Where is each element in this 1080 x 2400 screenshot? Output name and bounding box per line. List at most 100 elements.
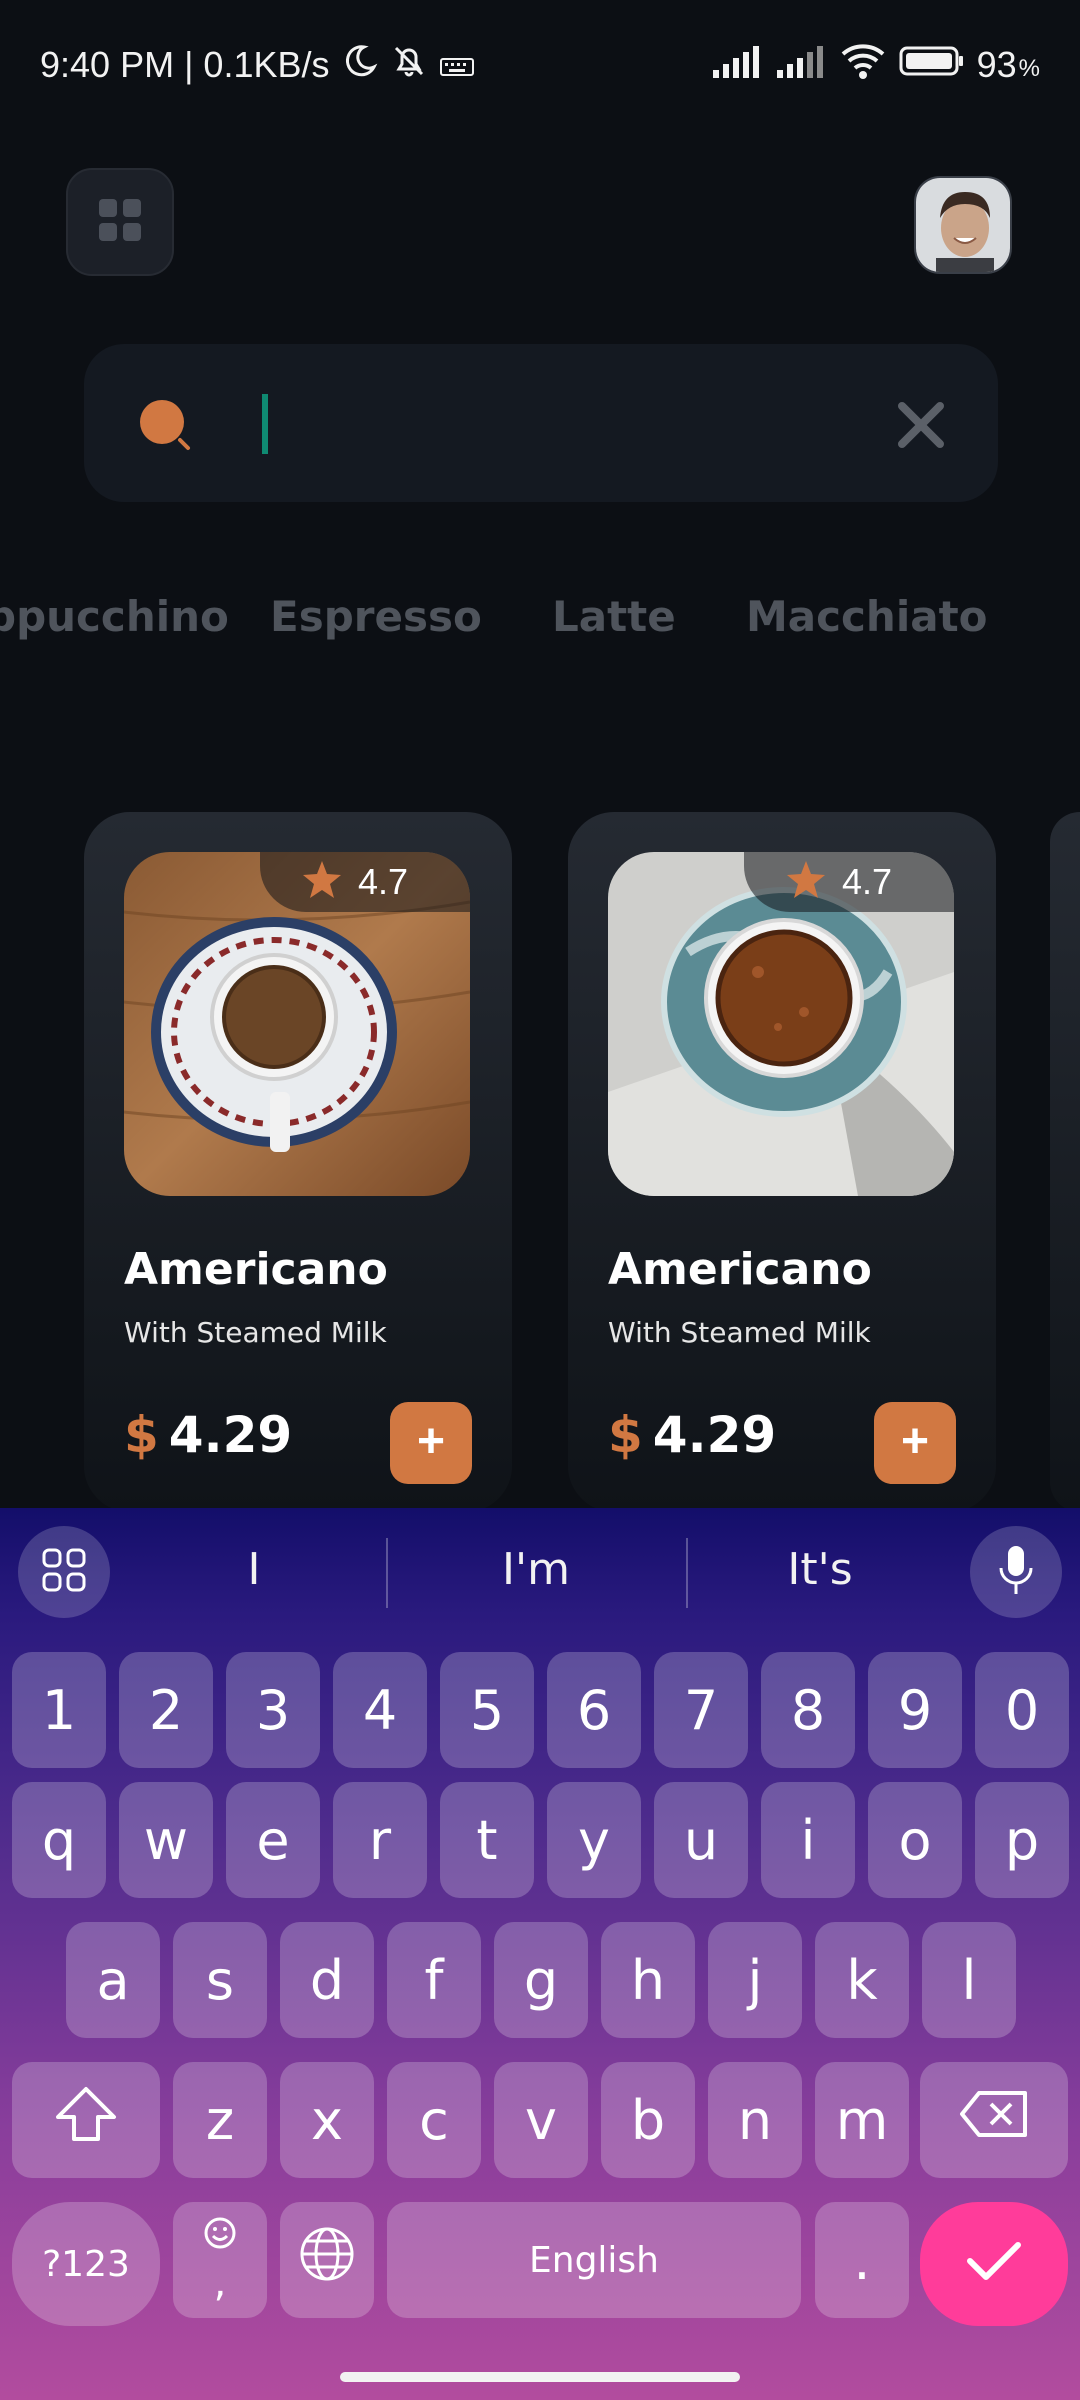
product-card[interactable]: 4.7 Americano With Steamed Milk $4.29 +: [84, 812, 512, 1512]
product-subtitle: With Steamed Milk: [608, 1316, 871, 1349]
emoji-comma-key[interactable]: ,: [173, 2202, 267, 2318]
key-c[interactable]: c: [387, 2062, 481, 2178]
key-u[interactable]: u: [654, 1782, 748, 1898]
tab-macchiato[interactable]: Macchiato: [746, 592, 988, 641]
key-h[interactable]: h: [601, 1922, 695, 2038]
key-0[interactable]: 0: [975, 1652, 1069, 1768]
search-icon: [136, 396, 196, 461]
language-key[interactable]: [280, 2202, 374, 2318]
product-name: Americano: [124, 1244, 388, 1295]
product-price: $4.29: [124, 1406, 292, 1464]
space-key[interactable]: English: [387, 2202, 801, 2318]
key-5[interactable]: 5: [440, 1652, 534, 1768]
key-6[interactable]: 6: [547, 1652, 641, 1768]
status-time-network: 9:40 PM | 0.1KB/s: [40, 44, 330, 85]
key-g[interactable]: g: [494, 1922, 588, 2038]
tab-latte[interactable]: Latte: [552, 592, 676, 641]
shift-key[interactable]: [12, 2062, 160, 2178]
key-x[interactable]: x: [280, 2062, 374, 2178]
key-l[interactable]: l: [922, 1922, 1016, 2038]
key-j[interactable]: j: [708, 1922, 802, 2038]
period-key[interactable]: .: [815, 2202, 909, 2318]
shift-icon: [54, 2085, 118, 2156]
key-8[interactable]: 8: [761, 1652, 855, 1768]
currency-symbol: $: [608, 1406, 643, 1464]
battery-percent-sign: %: [1018, 55, 1040, 82]
globe-icon: [298, 2225, 356, 2296]
enter-key[interactable]: [920, 2202, 1068, 2326]
battery-level: 93: [976, 44, 1017, 85]
suggestion-bar: I I'm It's: [0, 1508, 1080, 1638]
key-9[interactable]: 9: [868, 1652, 962, 1768]
key-k[interactable]: k: [815, 1922, 909, 2038]
close-icon[interactable]: [896, 400, 946, 455]
signal-icon-2: [775, 44, 827, 87]
star-icon: [784, 858, 828, 907]
key-4[interactable]: 4: [333, 1652, 427, 1768]
emoji-icon: [203, 2214, 237, 2260]
keyboard-icon: [439, 44, 474, 86]
key-q[interactable]: q: [12, 1782, 106, 1898]
moon-icon: [342, 43, 378, 88]
category-tabs: ppucchino Espresso Latte Macchiato: [0, 580, 1080, 660]
key-m[interactable]: m: [815, 2062, 909, 2178]
wifi-icon: [839, 42, 887, 89]
product-card[interactable]: 4.7 Americano With Steamed Milk $4.29 +: [568, 812, 996, 1512]
search-bar[interactable]: [84, 344, 998, 502]
rating-value: 4.7: [358, 861, 409, 902]
key-e[interactable]: e: [226, 1782, 320, 1898]
key-2[interactable]: 2: [119, 1652, 213, 1768]
product-name: Americano: [608, 1244, 872, 1295]
grid-icon: [97, 197, 143, 248]
product-subtitle: With Steamed Milk: [124, 1316, 387, 1349]
comma-label: ,: [213, 2260, 227, 2306]
key-1[interactable]: 1: [12, 1652, 106, 1768]
price-value: 4.29: [168, 1406, 293, 1464]
key-d[interactable]: d: [280, 1922, 374, 2038]
key-v[interactable]: v: [494, 2062, 588, 2178]
key-z[interactable]: z: [173, 2062, 267, 2178]
key-o[interactable]: o: [868, 1782, 962, 1898]
key-f[interactable]: f: [387, 1922, 481, 2038]
key-w[interactable]: w: [119, 1782, 213, 1898]
tab-espresso[interactable]: Espresso: [270, 592, 482, 641]
status-bar: 9:40 PM | 0.1KB/s 93%: [0, 0, 1080, 130]
apps-grid-icon: [41, 1547, 87, 1598]
key-p[interactable]: p: [975, 1782, 1069, 1898]
keyboard-apps-button[interactable]: [18, 1526, 110, 1618]
product-price: $4.29: [608, 1406, 776, 1464]
add-to-cart-button[interactable]: +: [874, 1402, 956, 1484]
key-i[interactable]: i: [761, 1782, 855, 1898]
suggestion-divider: [686, 1538, 688, 1608]
add-to-cart-button[interactable]: +: [390, 1402, 472, 1484]
suggestion-3[interactable]: It's: [700, 1544, 940, 1595]
home-indicator[interactable]: [340, 2372, 740, 2382]
symbols-key[interactable]: ?123: [12, 2202, 160, 2326]
key-s[interactable]: s: [173, 1922, 267, 2038]
key-7[interactable]: 7: [654, 1652, 748, 1768]
key-a[interactable]: a: [66, 1922, 160, 2038]
rating-badge: 4.7: [260, 852, 470, 912]
tab-cappuccino[interactable]: ppucchino: [0, 592, 229, 641]
suggestion-2[interactable]: I'm: [416, 1544, 656, 1595]
avatar[interactable]: [914, 176, 1012, 274]
key-y[interactable]: y: [547, 1782, 641, 1898]
star-icon: [300, 858, 344, 907]
suggestion-1[interactable]: I: [134, 1544, 374, 1595]
backspace-key[interactable]: [920, 2062, 1068, 2178]
key-b[interactable]: b: [601, 2062, 695, 2178]
search-input[interactable]: [252, 388, 852, 458]
key-r[interactable]: r: [333, 1782, 427, 1898]
rating-badge: 4.7: [744, 852, 954, 912]
signal-icon: [711, 44, 763, 87]
backspace-icon: [959, 2089, 1029, 2152]
key-n[interactable]: n: [708, 2062, 802, 2178]
voice-input-button[interactable]: [970, 1526, 1062, 1618]
key-3[interactable]: 3: [226, 1652, 320, 1768]
key-t[interactable]: t: [440, 1782, 534, 1898]
bell-off-icon: [390, 42, 428, 89]
menu-button[interactable]: [66, 168, 174, 276]
price-value: 4.29: [652, 1406, 777, 1464]
product-card-peek[interactable]: [1050, 812, 1080, 1512]
product-image: 4.7: [608, 852, 954, 1196]
